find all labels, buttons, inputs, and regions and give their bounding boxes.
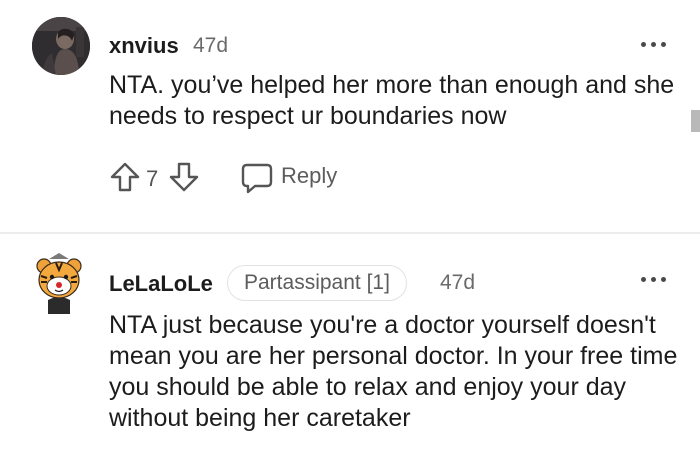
user-flair-badge: Partassipant [1] (227, 265, 407, 301)
comment-age: 47d (193, 34, 229, 57)
comment-body: NTA just because you're a doctor yoursel… (109, 311, 678, 432)
speech-bubble-icon[interactable] (240, 162, 274, 194)
comment-age: 47d (440, 271, 476, 294)
avatar[interactable] (34, 252, 84, 314)
scrollbar-thumb[interactable] (691, 110, 700, 132)
three-dots-icon[interactable] (641, 276, 667, 284)
avatar[interactable] (32, 17, 90, 75)
tiger-avatar-icon (36, 253, 82, 314)
vote-count: 7 (146, 166, 159, 191)
three-dots-icon[interactable] (641, 41, 667, 49)
comment-author[interactable]: LeLaLoLe (109, 271, 213, 297)
downvote-arrow-icon[interactable] (168, 161, 200, 193)
comment: xnvius 47d NTA. you’ve helped her more t… (0, 0, 700, 232)
comment-body: NTA. you’ve helped her more than enough … (109, 71, 675, 130)
upvote-arrow-icon[interactable] (109, 161, 141, 193)
comment-author[interactable]: xnvius (109, 33, 179, 59)
user-photo-icon (32, 17, 90, 75)
reply-button[interactable]: Reply (281, 163, 337, 189)
